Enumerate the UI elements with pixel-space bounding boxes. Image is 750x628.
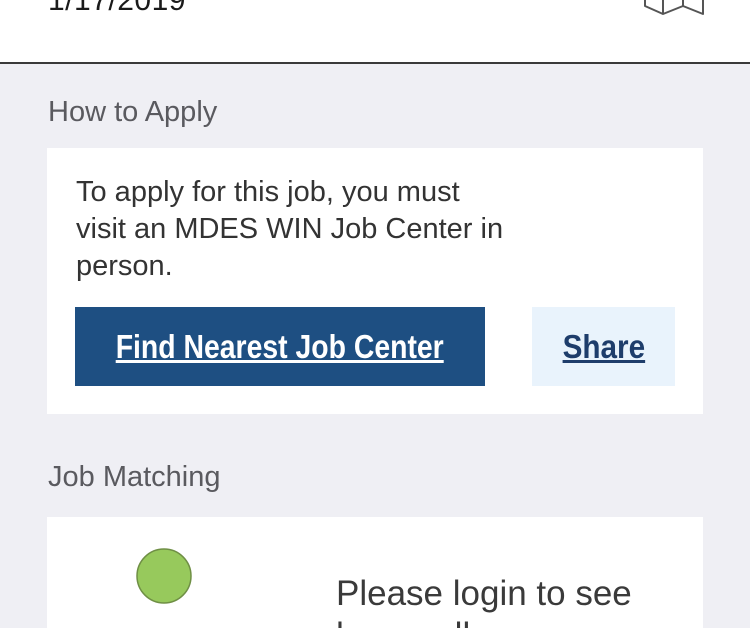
login-prompt: Please login to see how well you [336, 574, 632, 628]
find-nearest-job-center-label: Find Nearest Job Center [115, 327, 445, 365]
how-to-apply-heading: How to Apply [48, 96, 218, 128]
map-icon[interactable] [643, 0, 705, 18]
posted-date: 1/17/2019 [48, 0, 186, 17]
share-label: Share [562, 327, 645, 365]
job-matching-heading: Job Matching [48, 461, 221, 493]
share-button[interactable]: Share [532, 307, 675, 386]
find-nearest-job-center-button[interactable]: Find Nearest Job Center [75, 307, 485, 386]
posting-header: 1/17/2019 [0, 0, 750, 64]
apply-instructions: To apply for this job, you must visit an… [76, 176, 504, 282]
person-icon [136, 548, 192, 604]
job-matching-card: Please login to see how well you [47, 517, 703, 628]
job-detail-page: 1/17/2019 How to Apply To apply for this… [0, 0, 750, 628]
how-to-apply-card: To apply for this job, you must visit an… [47, 148, 703, 414]
